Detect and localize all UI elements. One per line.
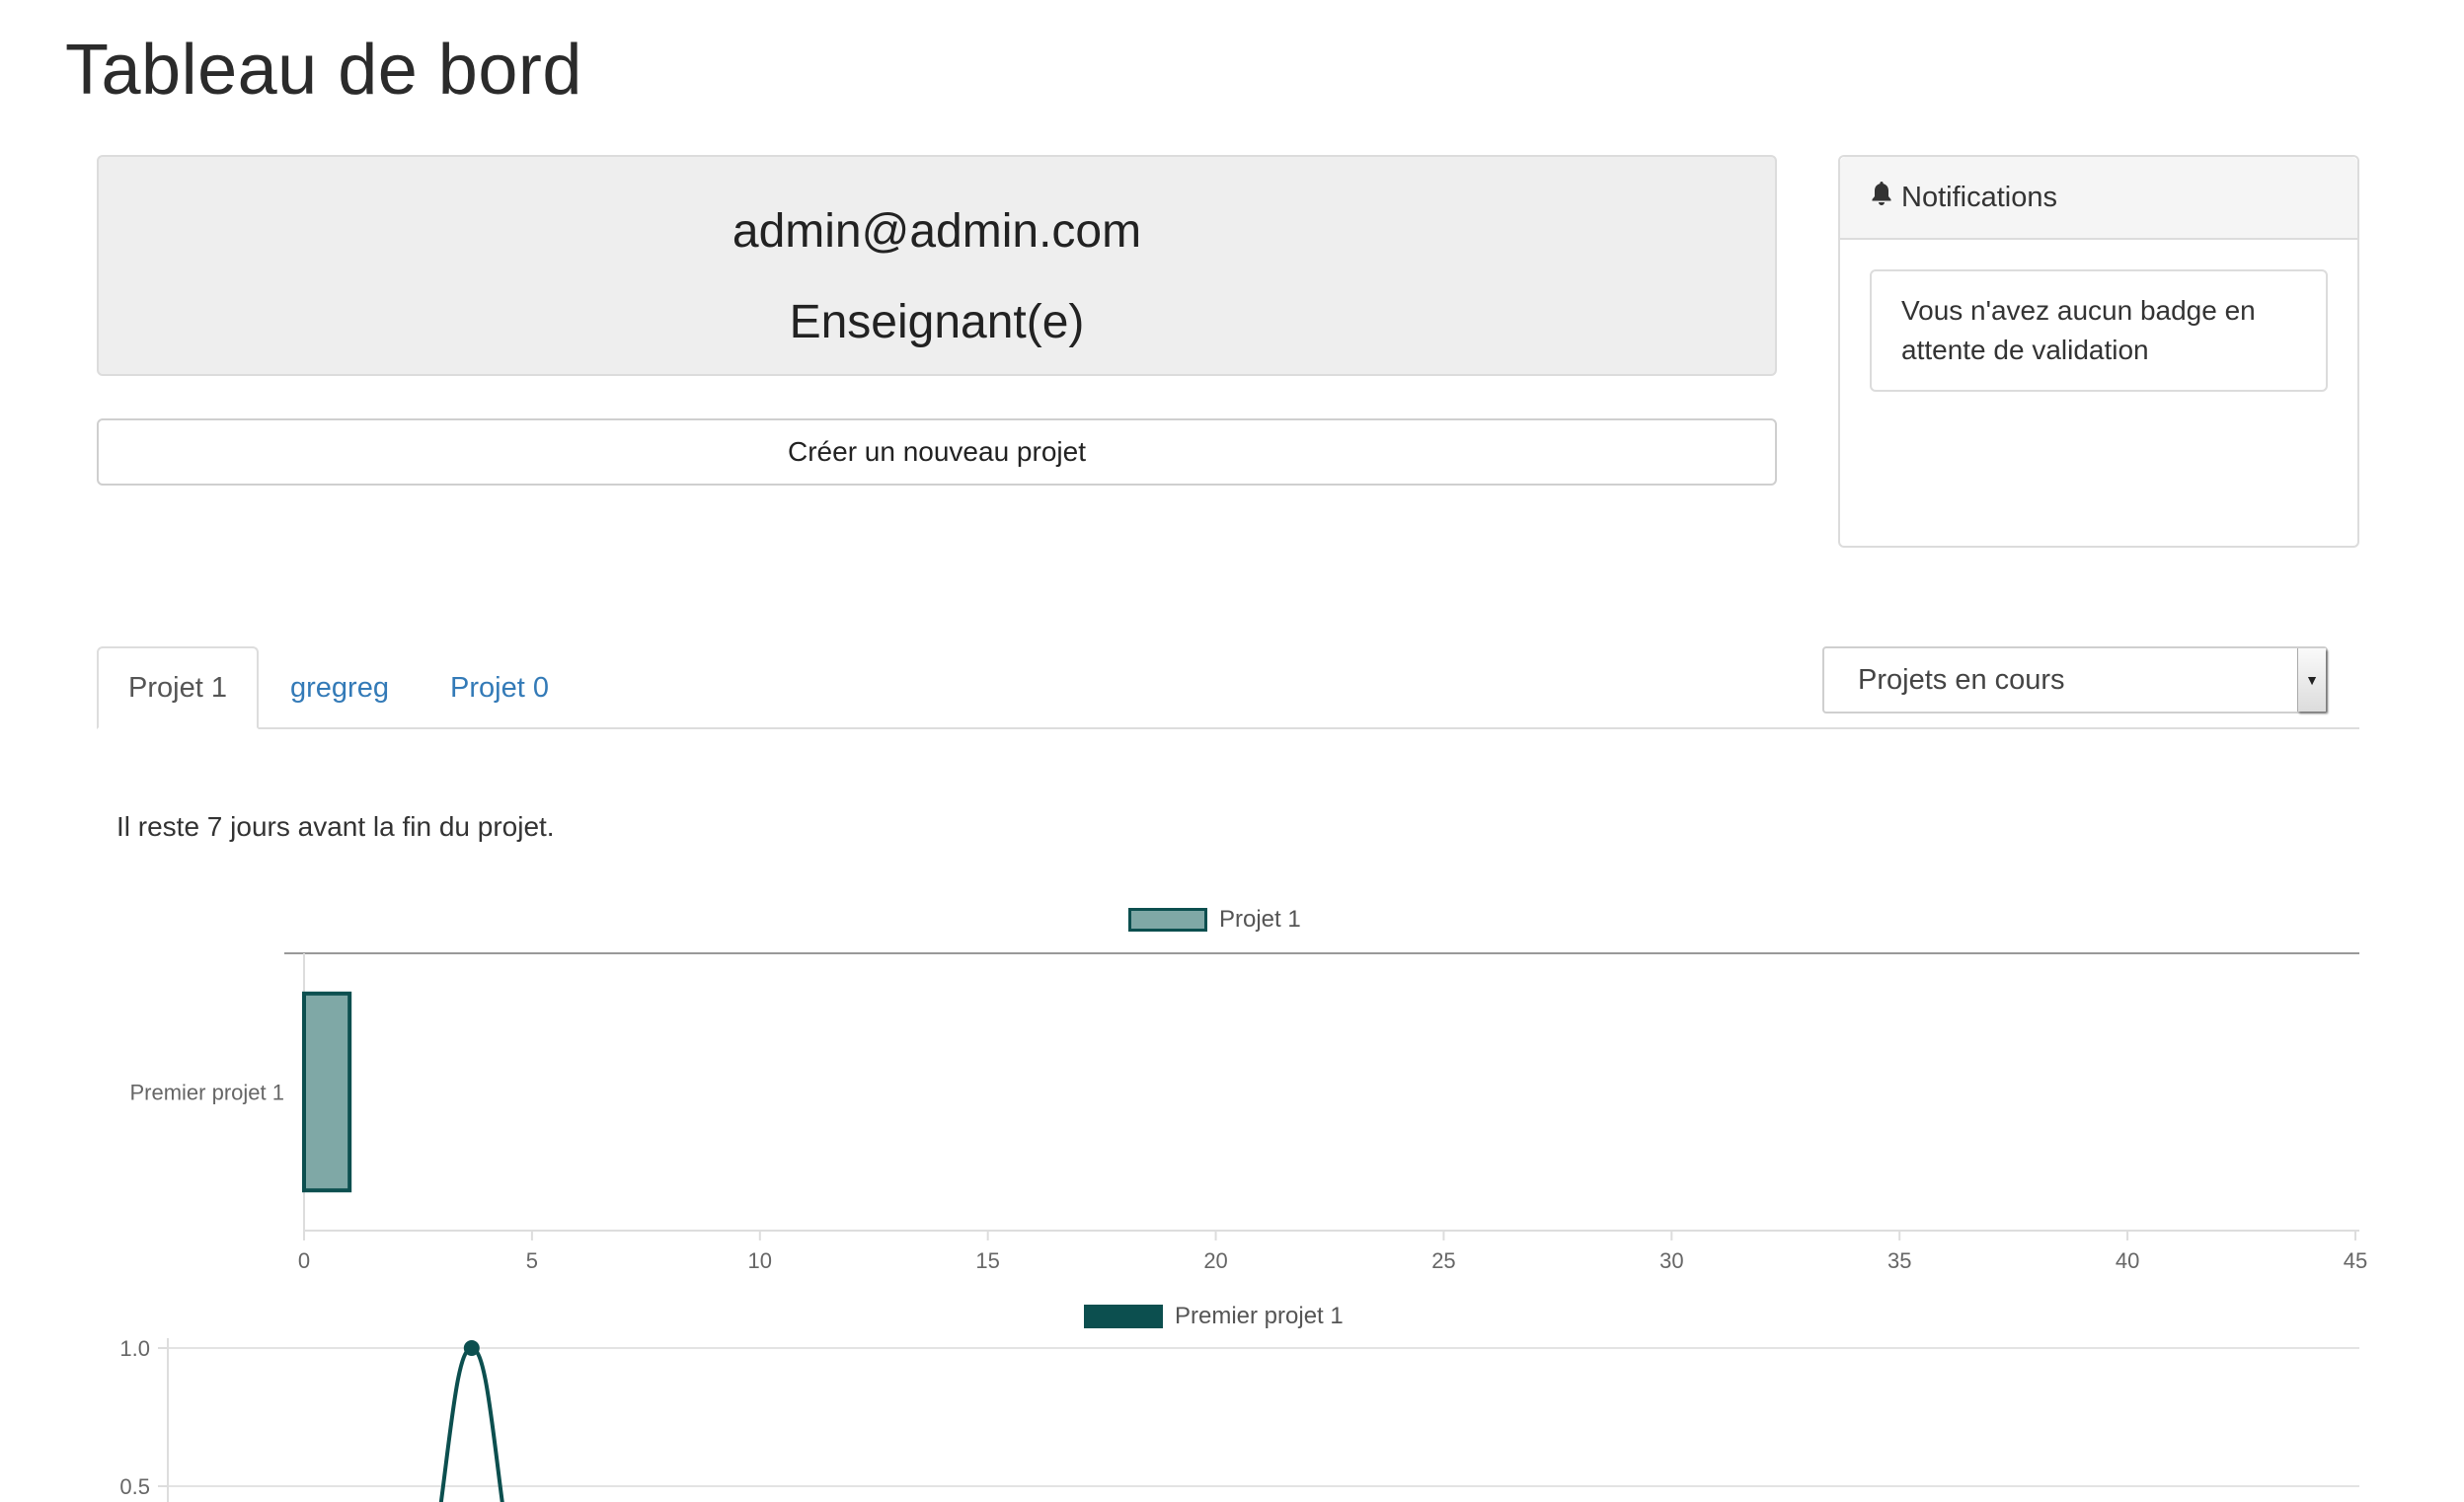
chart1-x-tick-label: 5: [526, 1248, 538, 1273]
chart1-x-tick-label: 35: [1887, 1248, 1911, 1273]
chart1-x-tick-label: 10: [748, 1248, 772, 1273]
chart1-x-tick-label: 20: [1203, 1248, 1227, 1273]
chart1-x-tick-label: 15: [975, 1248, 999, 1273]
charts-canvas: 0 5 10 15 20 25 30 35 40 45 Premier projet 1 1.0 0.5: [119, 952, 2367, 1502]
chart1-bar: [302, 991, 352, 1193]
chart1-x-tick-label: 0: [298, 1248, 310, 1273]
chart2-data-point: [463, 1340, 480, 1356]
chart2-series-line: [438, 1345, 504, 1502]
chart2-y-tick-label: 1.0: [119, 1336, 150, 1361]
chart1-x-tick-label: 45: [2344, 1248, 2367, 1273]
chart2-y-tick-label: 0.5: [119, 1474, 150, 1499]
chart1-x-tick-label: 30: [1659, 1248, 1683, 1273]
chart1-x-tick-label: 25: [1431, 1248, 1455, 1273]
chart1-category-label: Premier projet 1: [129, 1081, 284, 1105]
chart1-x-tick-label: 40: [2116, 1248, 2139, 1273]
